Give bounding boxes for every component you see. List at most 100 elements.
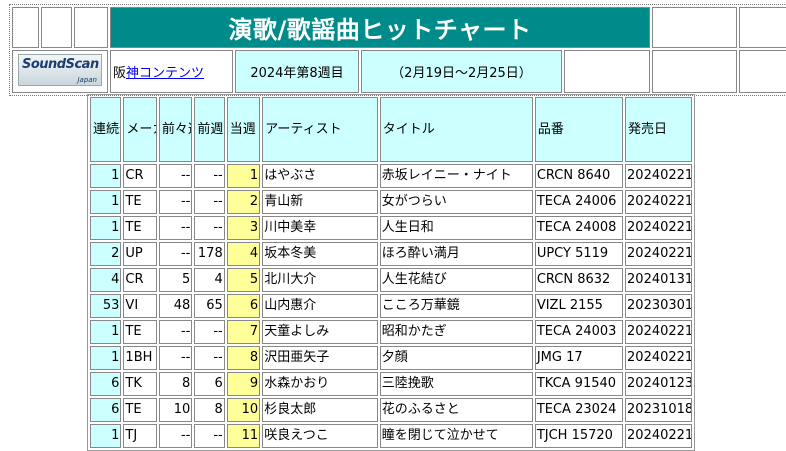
title-cell: 三陸挽歌 xyxy=(379,372,533,396)
column-header-rank: 当週 xyxy=(226,97,261,162)
column-header-prev2: 前々週 xyxy=(158,97,193,162)
release-cell: 20240221 xyxy=(625,164,692,188)
prev2-cell: -- xyxy=(158,320,193,344)
maker-cell: VI xyxy=(123,294,157,318)
maker-cell: TE xyxy=(123,320,157,344)
artist-cell: 山内惠介 xyxy=(262,294,378,318)
table-row: 6 TK 8 6 9 水森かおり 三陸挽歌 TKCA 91540 20240123 xyxy=(90,372,692,396)
table-row: 1 TJ -- -- 11 咲良えつこ 瞳を閉じて泣かせて TJCH 15720 2024022… xyxy=(90,424,692,448)
title-cell: 赤坂レイニー・ナイト xyxy=(379,164,533,188)
streak-cell: 6 xyxy=(90,398,122,422)
release-cell: 20230301 xyxy=(625,294,692,318)
prev-cell: 178 xyxy=(194,242,225,266)
maker-cell: CR xyxy=(123,164,157,188)
catalog-cell: TECA 24003 xyxy=(534,320,624,344)
prev-cell: -- xyxy=(194,164,225,188)
release-cell: 20240221 xyxy=(625,424,692,448)
title-cell: 夕顔 xyxy=(379,346,533,370)
prev-cell: -- xyxy=(194,346,225,370)
release-cell: 20240221 xyxy=(625,320,692,344)
column-header-maker: メーカー xyxy=(123,97,157,162)
maker-cell: TE xyxy=(123,398,157,422)
prev-cell: 6 xyxy=(194,372,225,396)
table-row: 1 TE -- -- 3 川中美幸 人生日和 TECA 24008 20240221 xyxy=(90,216,692,240)
streak-cell: 6 xyxy=(90,372,122,396)
rank-cell: 10 xyxy=(226,398,261,422)
prev2-cell: -- xyxy=(158,346,193,370)
soundscan-logo: SoundScan Japan xyxy=(18,53,102,86)
artist-cell: 杉良太郎 xyxy=(262,398,378,422)
artist-cell: 咲良えつこ xyxy=(262,424,378,448)
header-blank-cell xyxy=(41,7,72,48)
prev-cell: 4 xyxy=(194,268,225,292)
hanshin-contents-link[interactable]: 神コンテンツ xyxy=(126,66,204,81)
column-header-catalog: 品番 xyxy=(534,97,624,162)
column-header-streak: 連続登場回数 xyxy=(90,97,122,162)
title-cell: 瞳を閉じて泣かせて xyxy=(379,424,533,448)
title-cell: 人生日和 xyxy=(379,216,533,240)
rank-cell: 4 xyxy=(226,242,261,266)
table-row: 1 CR -- -- 1 はやぶさ 赤坂レイニー・ナイト CRCN 8640 20240221 xyxy=(90,164,692,188)
title-cell: 昭和かたぎ xyxy=(379,320,533,344)
header-blank-cell xyxy=(12,7,39,48)
header-blank-cell xyxy=(74,7,108,48)
streak-cell: 53 xyxy=(90,294,122,318)
catalog-cell: TECA 24008 xyxy=(534,216,624,240)
column-header-release: 発売日 xyxy=(625,97,692,162)
column-header-title: タイトル xyxy=(379,97,533,162)
artist-cell: 天童よしみ xyxy=(262,320,378,344)
catalog-cell: JMG 17 xyxy=(534,346,624,370)
table-row: 4 CR 5 4 5 北川大介 人生花結び CRCN 8632 20240131 xyxy=(90,268,692,292)
artist-cell: 北川大介 xyxy=(262,268,378,292)
catalog-cell: CRCN 8640 xyxy=(534,164,624,188)
header-blank-cell xyxy=(564,50,651,93)
release-cell: 20240131 xyxy=(625,268,692,292)
chart-header-table: 演歌/歌謡曲ヒットチャート SoundScan Japan 阪神コンテンツ 20… xyxy=(9,4,786,96)
artist-cell: 川中美幸 xyxy=(262,216,378,240)
streak-cell: 1 xyxy=(90,190,122,214)
maker-cell: UP xyxy=(123,242,157,266)
prev-cell: 65 xyxy=(194,294,225,318)
release-cell: 20231018 xyxy=(625,398,692,422)
artist-cell: 水森かおり xyxy=(262,372,378,396)
prev-cell: -- xyxy=(194,190,225,214)
rank-cell: 3 xyxy=(226,216,261,240)
rank-cell: 7 xyxy=(226,320,261,344)
title-cell: 花のふるさと xyxy=(379,398,533,422)
table-row: 6 TE 10 8 10 杉良太郎 花のふるさと TECA 23024 20231018 xyxy=(90,398,692,422)
rank-cell: 1 xyxy=(226,164,261,188)
catalog-cell: VIZL 2155 xyxy=(534,294,624,318)
title-cell: こころ万華鏡 xyxy=(379,294,533,318)
streak-cell: 1 xyxy=(90,320,122,344)
catalog-cell: TJCH 15720 xyxy=(534,424,624,448)
title-cell: 人生花結び xyxy=(379,268,533,292)
streak-cell: 4 xyxy=(90,268,122,292)
rank-cell: 6 xyxy=(226,294,261,318)
rank-cell: 2 xyxy=(226,190,261,214)
prev2-cell: 10 xyxy=(158,398,193,422)
artist-cell: 沢田亜矢子 xyxy=(262,346,378,370)
release-cell: 20240221 xyxy=(625,346,692,370)
table-row: 1 1BH -- -- 8 沢田亜矢子 夕顔 JMG 17 20240221 xyxy=(90,346,692,370)
rank-cell: 11 xyxy=(226,424,261,448)
catalog-cell: CRCN 8632 xyxy=(534,268,624,292)
period-label: （2月19日～2月25日） xyxy=(361,50,562,93)
table-row: 2 UP -- 178 4 坂本冬美 ほろ酔い満月 UPCY 5119 20240221 xyxy=(90,242,692,266)
week-label: 2024年第8週目 xyxy=(235,50,359,93)
prev-cell: 8 xyxy=(194,398,225,422)
link-prefix: 阪 xyxy=(113,66,127,81)
release-cell: 20240123 xyxy=(625,372,692,396)
prev2-cell: -- xyxy=(158,190,193,214)
header-blank-cell xyxy=(652,7,738,48)
maker-cell: TE xyxy=(123,216,157,240)
table-row: 1 TE -- -- 7 天童よしみ 昭和かたぎ TECA 24003 20240221 xyxy=(90,320,692,344)
prev2-cell: 8 xyxy=(158,372,193,396)
catalog-cell: TKCA 91540 xyxy=(534,372,624,396)
prev2-cell: -- xyxy=(158,216,193,240)
release-cell: 20240221 xyxy=(625,242,692,266)
prev2-cell: 5 xyxy=(158,268,193,292)
streak-cell: 2 xyxy=(90,242,122,266)
streak-cell: 1 xyxy=(90,424,122,448)
artist-cell: はやぶさ xyxy=(262,164,378,188)
release-cell: 20240221 xyxy=(625,190,692,214)
